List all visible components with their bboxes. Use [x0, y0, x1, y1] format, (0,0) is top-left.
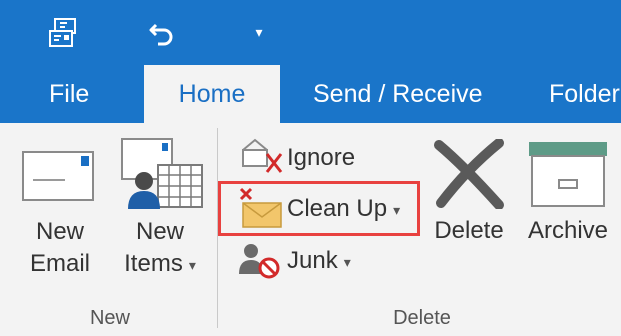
tab-folder-label: Folder — [549, 79, 620, 108]
ignore-button[interactable]: Ignore — [237, 138, 367, 178]
new-items-label-line2: Items ▾ — [112, 250, 208, 279]
tab-send-receive-label: Send / Receive — [313, 79, 483, 108]
undo-button[interactable] — [140, 0, 184, 65]
new-items-dropdown-icon: ▾ — [188, 256, 196, 273]
cleanup-icon — [239, 187, 282, 228]
cleanup-label: Clean Up ▾ — [287, 195, 400, 224]
tab-send-receive[interactable]: Send / Receive — [313, 65, 483, 123]
tab-home[interactable]: Home — [144, 65, 280, 123]
customize-toolbar-dropdown-icon: ▾ — [255, 24, 263, 40]
new-items-icon — [121, 138, 203, 209]
delete-button[interactable]: Delete — [428, 135, 510, 250]
group-label-delete: Delete — [393, 307, 451, 329]
title-bar: ▾ — [0, 0, 621, 65]
new-items-label-line1: New — [135, 218, 184, 245]
archive-button[interactable]: Archive — [522, 135, 614, 250]
ignore-icon — [242, 138, 283, 173]
junk-dropdown-icon: ▾ — [343, 253, 351, 270]
archive-label: Archive — [527, 217, 609, 244]
undo-icon — [149, 23, 173, 45]
group-label-new: New — [89, 307, 130, 329]
junk-label: Junk ▾ — [287, 247, 351, 276]
send-receive-all-icon — [49, 17, 76, 47]
junk-label-text: Junk — [287, 247, 338, 274]
tab-file[interactable]: File — [49, 65, 89, 123]
delete-label: Delete — [434, 217, 504, 244]
ignore-label: Ignore — [287, 144, 356, 171]
send-receive-all-button[interactable] — [40, 0, 88, 65]
cleanup-button[interactable]: Clean Up ▾ — [237, 187, 413, 231]
new-email-label-line1: New — [35, 218, 84, 245]
tab-folder[interactable]: Folder — [549, 65, 620, 123]
tab-file-label: File — [49, 79, 90, 108]
delete-icon — [434, 139, 504, 209]
customize-toolbar-dropdown[interactable]: ▾ — [244, 0, 274, 65]
new-items-button[interactable]: New Items ▾ — [112, 133, 208, 288]
junk-icon — [239, 244, 280, 279]
new-email-icon — [22, 151, 94, 201]
new-email-button[interactable]: New Email — [14, 138, 106, 288]
cleanup-dropdown-icon: ▾ — [393, 201, 401, 218]
new-email-label-line2: Email — [29, 250, 90, 277]
new-items-label-text: Items — [124, 250, 183, 277]
archive-icon — [529, 142, 607, 207]
junk-button[interactable]: Junk ▾ — [237, 240, 367, 282]
ribbon-tabs: File Home Send / Receive Folder — [0, 65, 621, 123]
tab-home-label: Home — [178, 79, 246, 108]
cleanup-label-text: Clean Up — [287, 195, 388, 222]
